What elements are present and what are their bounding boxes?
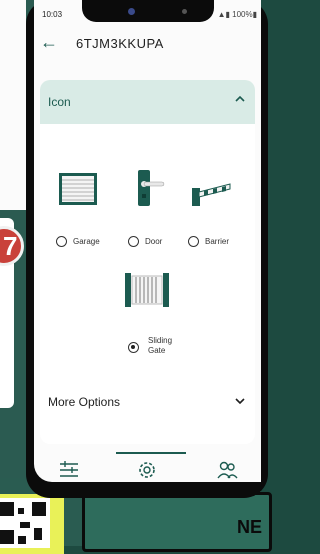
back-arrow-icon[interactable]: ←	[40, 32, 58, 53]
chevron-up-icon	[235, 95, 245, 102]
garage-icon[interactable]	[58, 172, 98, 206]
users-icon[interactable]	[216, 460, 238, 480]
icon-section-label: Icon	[48, 95, 71, 109]
barrier-icon[interactable]	[190, 180, 234, 208]
settings-gear-icon[interactable]	[136, 460, 158, 480]
radio-label-barrier: Barrier	[205, 237, 230, 246]
qr-code-sticker	[0, 494, 64, 554]
phone-screen: 10:03 ▲▮ 100%▮ ← 6TJM3KKUPA Icon Garage …	[34, 0, 261, 482]
radio-button[interactable]	[128, 236, 139, 247]
backdrop-sign: NE	[82, 492, 272, 552]
radio-garage[interactable]: Garage	[56, 236, 100, 247]
camera-notch	[82, 0, 214, 22]
backdrop-paper	[0, 0, 26, 210]
camera-icon	[128, 8, 135, 15]
tab-indicator	[116, 452, 186, 454]
radio-button[interactable]	[56, 236, 67, 247]
icon-section-header[interactable]: Icon	[40, 80, 255, 124]
sensor-icon	[182, 9, 187, 14]
radio-barrier[interactable]: Barrier	[188, 236, 229, 247]
radio-button[interactable]	[188, 236, 199, 247]
radio-door[interactable]: Door	[128, 236, 162, 247]
sliding-gate-icon[interactable]	[124, 272, 170, 308]
status-indicators: ▲▮ 100%▮	[217, 10, 257, 19]
qr-code-icon	[0, 498, 50, 548]
page-title: 6TJM3KKUPA	[76, 36, 164, 51]
radio-label-door: Door	[145, 237, 163, 246]
radio-label-garage: Garage	[73, 237, 100, 246]
status-time: 10:03	[42, 10, 63, 19]
chevron-down-icon	[235, 398, 245, 405]
app-bar: ← 6TJM3KKUPA	[34, 24, 261, 64]
more-options-row[interactable]: More Options	[40, 380, 255, 424]
door-handle-icon[interactable]	[136, 168, 170, 208]
radio-label-sliding-gate: Sliding Gate	[148, 336, 173, 355]
radio-sliding-gate[interactable]	[128, 342, 139, 353]
radio-button-selected[interactable]	[128, 342, 139, 353]
sliders-icon[interactable]	[58, 460, 80, 478]
more-options-label: More Options	[48, 395, 121, 409]
